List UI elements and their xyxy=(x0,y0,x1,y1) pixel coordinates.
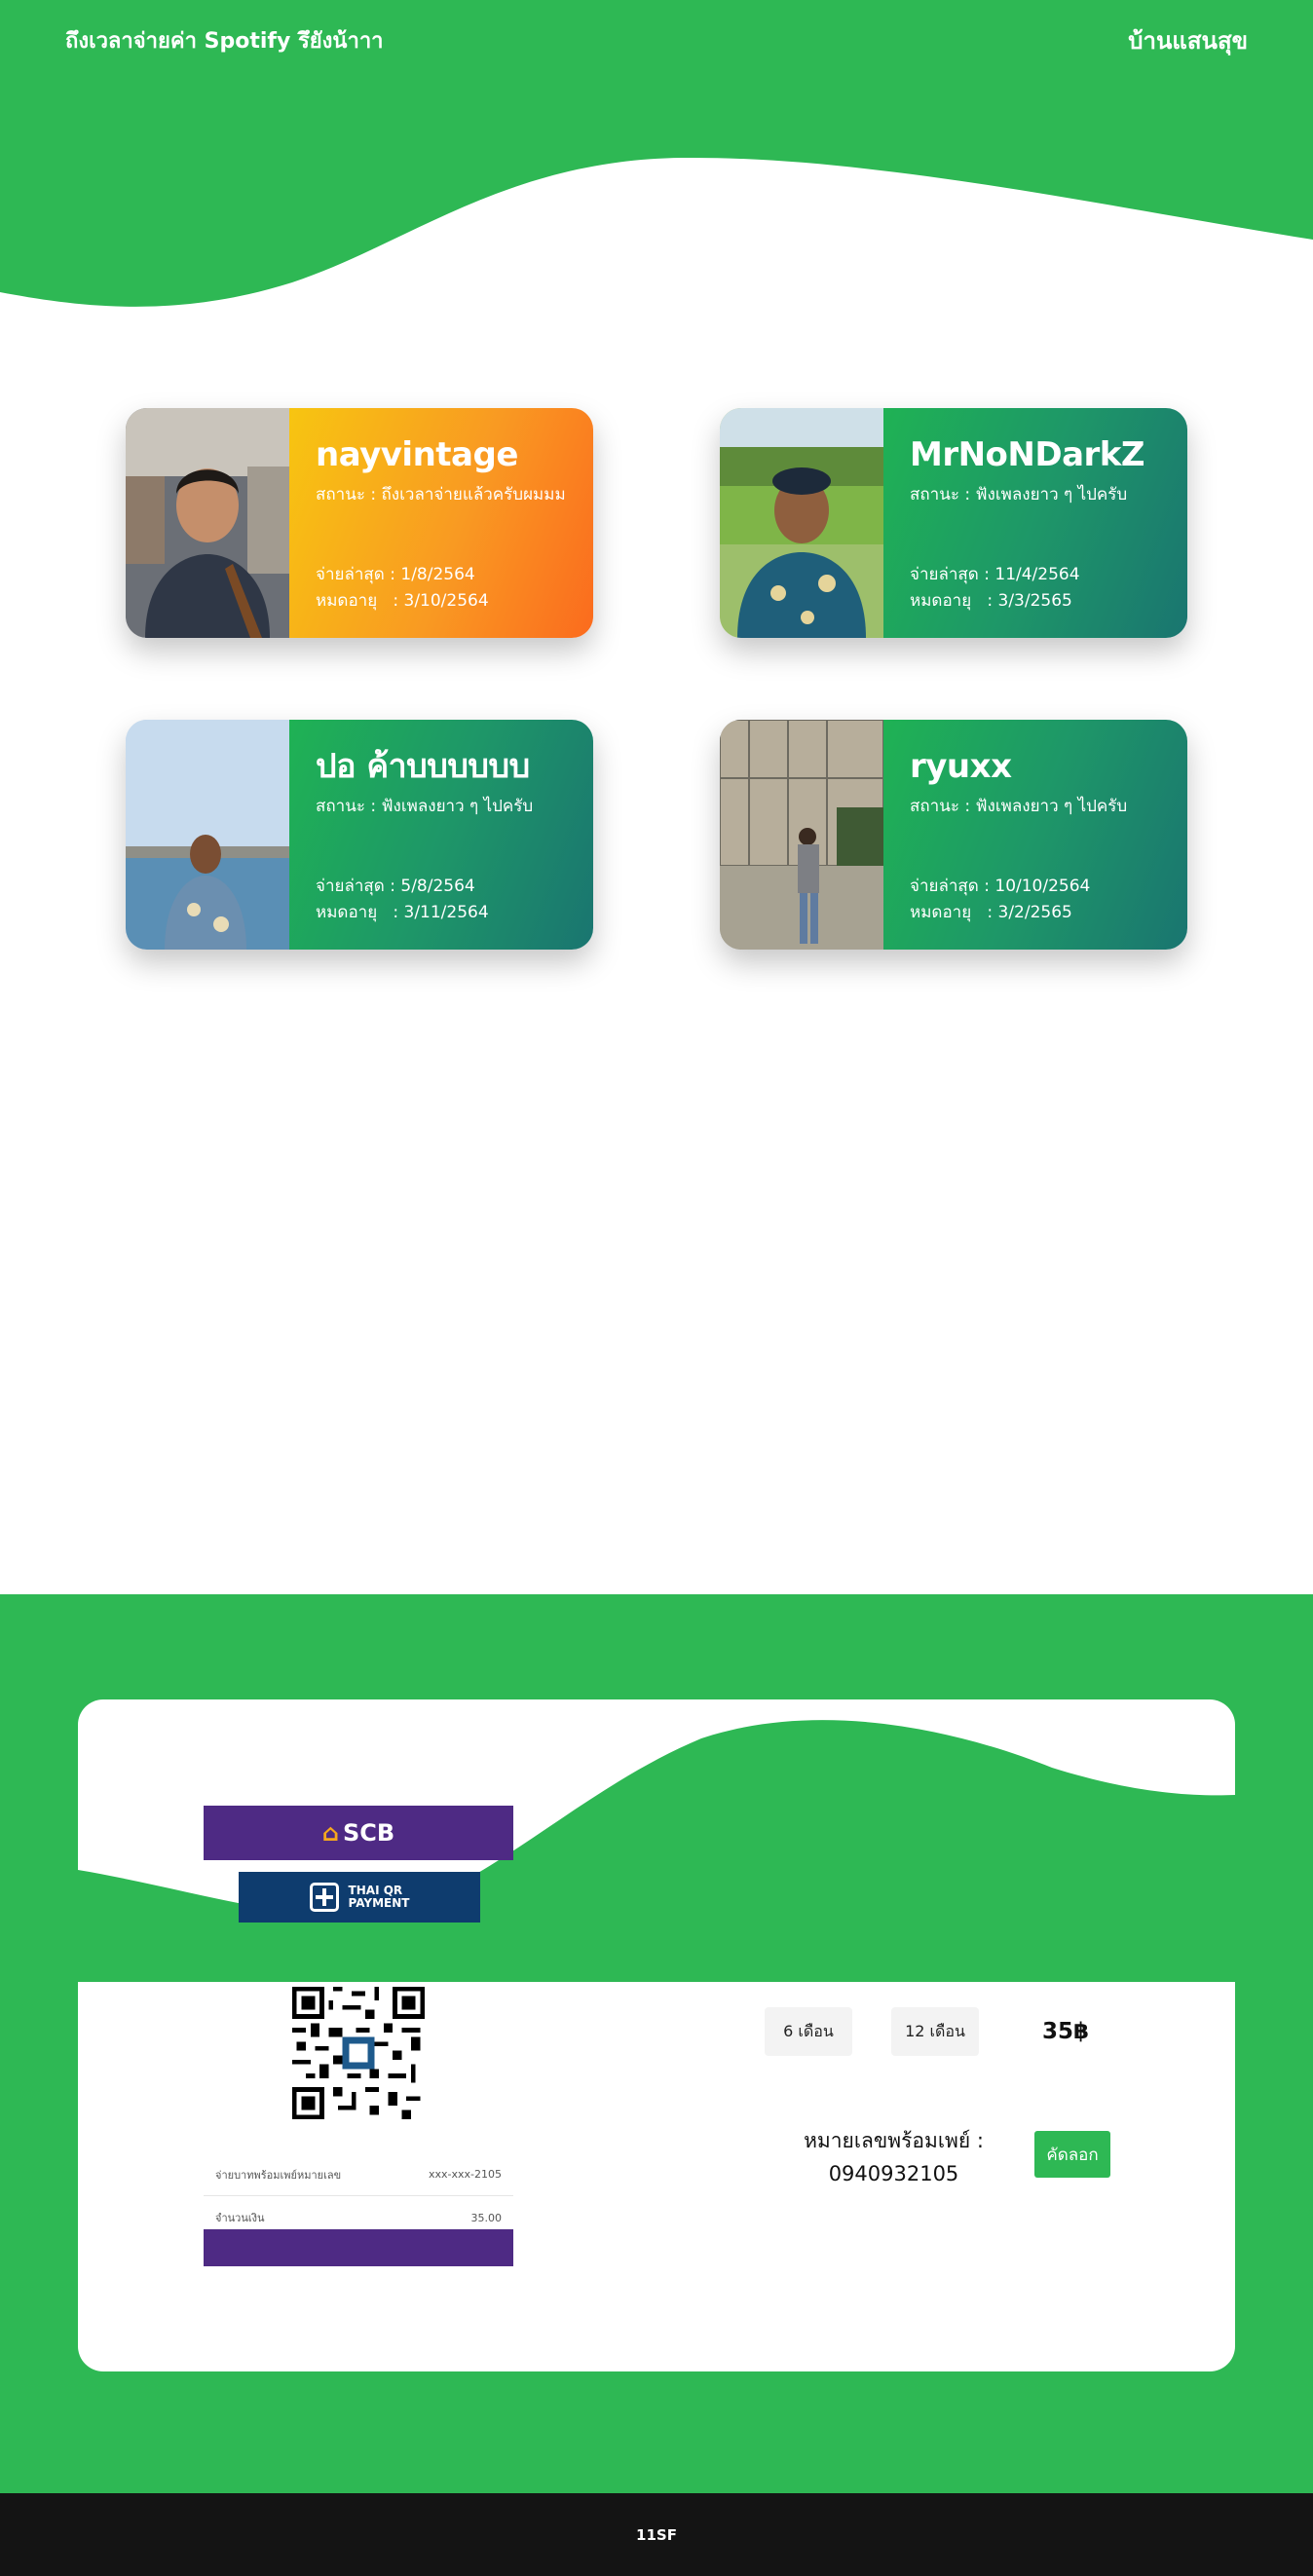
member-photo xyxy=(126,408,289,638)
member-photo xyxy=(720,720,883,950)
slip-label: จ่ายบาทพร้อมเพย์หมายเลข xyxy=(215,2168,342,2182)
slip-footer-bar xyxy=(204,2229,513,2266)
member-card: ปอ ค้าบบบบบบ สถานะ : ฟังเพลงยาว ๆ ไปครับ… xyxy=(126,720,593,950)
copy-button[interactable]: คัดลอก xyxy=(1034,2131,1110,2178)
member-name: MrNoNDarkZ xyxy=(910,435,1145,474)
price-display: 35฿ xyxy=(1042,2019,1090,2044)
member-name: nayvintage xyxy=(316,435,518,474)
member-info: ryuxx สถานะ : ฟังเพลงยาว ๆ ไปครับ จ่ายล่… xyxy=(883,720,1187,950)
member-status: สถานะ : ฟังเพลงยาว ๆ ไปครับ xyxy=(316,797,534,817)
member-last-paid: จ่ายล่าสุด : 11/4/2564 xyxy=(910,565,1080,584)
member-status: สถานะ : ฟังเพลงยาว ๆ ไปครับ xyxy=(910,485,1128,505)
member-info: ปอ ค้าบบบบบบ สถานะ : ฟังเพลงยาว ๆ ไปครับ… xyxy=(289,720,593,950)
slip-value: 35.00 xyxy=(470,2211,503,2224)
scb-logo: ⌂ SCB xyxy=(204,1806,513,1860)
scb-symbol-icon: ⌂ xyxy=(321,1819,339,1847)
thai-qr-payment-logo: THAI QR PAYMENT xyxy=(239,1872,480,1923)
plan-6-months-button[interactable]: 6 เดือน xyxy=(765,2007,852,2056)
member-last-paid: จ่ายล่าสุด : 10/10/2564 xyxy=(910,877,1091,896)
footer: 11SF xyxy=(0,2493,1313,2576)
plan-12-months-button[interactable]: 12 เดือน xyxy=(891,2007,979,2056)
member-card: MrNoNDarkZ สถานะ : ฟังเพลงยาว ๆ ไปครับ จ… xyxy=(720,408,1187,638)
member-info: MrNoNDarkZ สถานะ : ฟังเพลงยาว ๆ ไปครับ จ… xyxy=(883,408,1187,638)
slip-value: xxx-xxx-2105 xyxy=(429,2168,502,2181)
payment-section: ⌂ SCB THAI QR PAYMENT จ่ายบาทพร้อมเพย์หม… xyxy=(0,1594,1313,2493)
member-last-paid: จ่ายล่าสุด : 1/8/2564 xyxy=(316,565,475,584)
member-status: สถานะ : ฟังเพลงยาว ๆ ไปครับ xyxy=(910,797,1128,817)
member-expires: หมดอายุ : 3/10/2564 xyxy=(316,591,489,611)
payment-card: ⌂ SCB THAI QR PAYMENT จ่ายบาทพร้อมเพย์หม… xyxy=(78,1699,1235,2371)
footer-text: 11SF xyxy=(636,2525,677,2544)
promptpay-qr-code xyxy=(292,1987,425,2119)
member-last-paid: จ่ายล่าสุด : 5/8/2564 xyxy=(316,877,475,896)
member-name: ปอ ค้าบบบบบบ xyxy=(316,747,530,786)
slip-label: จำนวนเงิน xyxy=(215,2212,265,2224)
promptpay-info: หมายเลขพร้อมเพย์ : 0940932105 xyxy=(779,2124,1008,2190)
member-name: ryuxx xyxy=(910,747,1012,786)
member-expires: หมดอายุ : 3/2/2565 xyxy=(910,903,1072,922)
nav-link-home[interactable]: บ้านแสนสุข xyxy=(1128,21,1248,59)
site-title[interactable]: ถึงเวลาจ่ายค่า Spotify รึยังน้าาา xyxy=(65,23,384,57)
thai-qr-icon xyxy=(309,1883,339,1912)
header: ถึงเวลาจ่ายค่า Spotify รึยังน้าาา บ้านแส… xyxy=(0,0,1313,321)
member-expires: หมดอายุ : 3/3/2565 xyxy=(910,591,1072,611)
member-expires: หมดอายุ : 3/11/2564 xyxy=(316,903,489,922)
promptpay-number: 0940932105 xyxy=(828,2162,959,2185)
member-status: สถานะ : ถึงเวลาจ่ายแล้วครับผมมม xyxy=(316,485,566,505)
member-photo xyxy=(720,408,883,638)
member-photo xyxy=(126,720,289,950)
member-card: ryuxx สถานะ : ฟังเพลงยาว ๆ ไปครับ จ่ายล่… xyxy=(720,720,1187,950)
member-card: nayvintage สถานะ : ถึงเวลาจ่ายแล้วครับผม… xyxy=(126,408,593,638)
promptpay-label: หมายเลขพร้อมเพย์ : xyxy=(804,2129,984,2152)
slip-row-promptpay: จ่ายบาทพร้อมเพย์หมายเลข xxx-xxx-2105 xyxy=(204,2153,513,2196)
member-info: nayvintage สถานะ : ถึงเวลาจ่ายแล้วครับผม… xyxy=(289,408,593,638)
